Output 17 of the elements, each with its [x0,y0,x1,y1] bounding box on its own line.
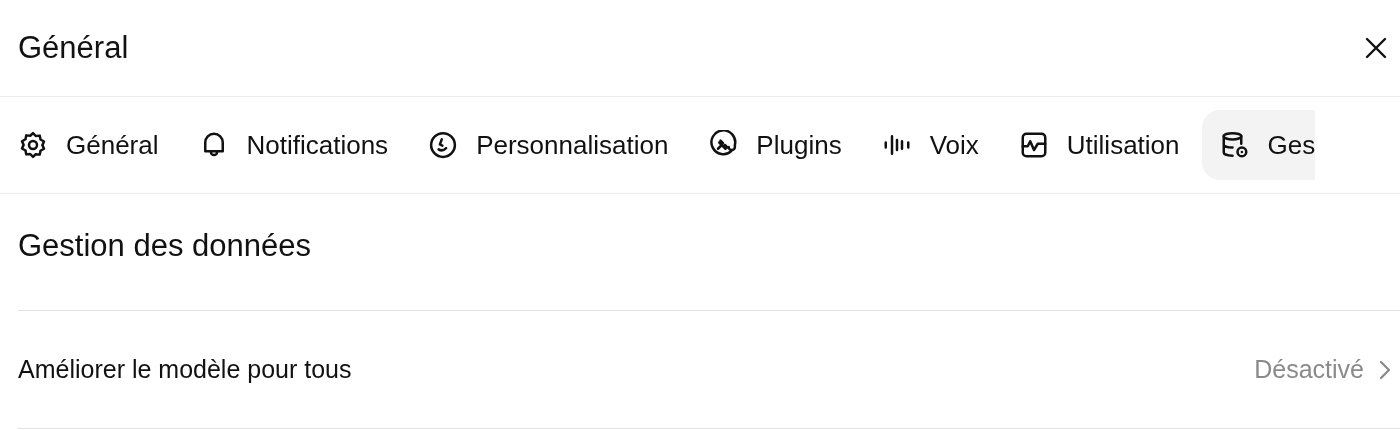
tab[interactable]: Général [0,110,177,180]
tab[interactable]: Personnalisation [410,110,687,180]
chevron-icon [1378,358,1392,381]
chart-icon [1018,130,1049,160]
tab[interactable]: Plugins [690,110,860,180]
tab[interactable]: Notifications [180,110,407,180]
dialog-title: Général [18,30,129,66]
gear-icon [18,130,48,160]
setting-row[interactable]: Améliorer le modèle pour tous Désactivé [18,311,1400,429]
setting-label: Améliorer le modèle pour tous [18,355,353,384]
section-heading: Gestion des données [18,194,1400,311]
tab[interactable]: Utilisation [1000,110,1198,180]
setting-value: Désactivé [1254,355,1364,384]
close-icon [1364,36,1388,60]
tab[interactable]: Voix [863,110,997,180]
tab[interactable]: Ges [1201,110,1316,180]
smiley-icon [428,130,459,160]
